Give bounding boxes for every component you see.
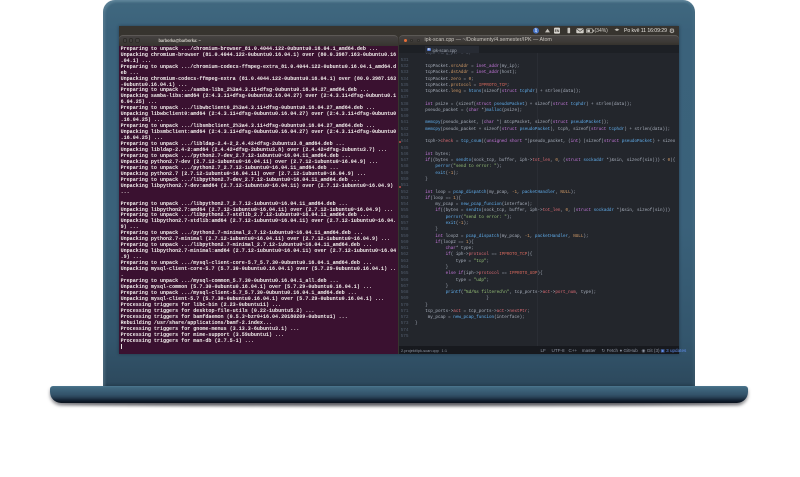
svg-text:EN: EN bbox=[555, 29, 560, 33]
